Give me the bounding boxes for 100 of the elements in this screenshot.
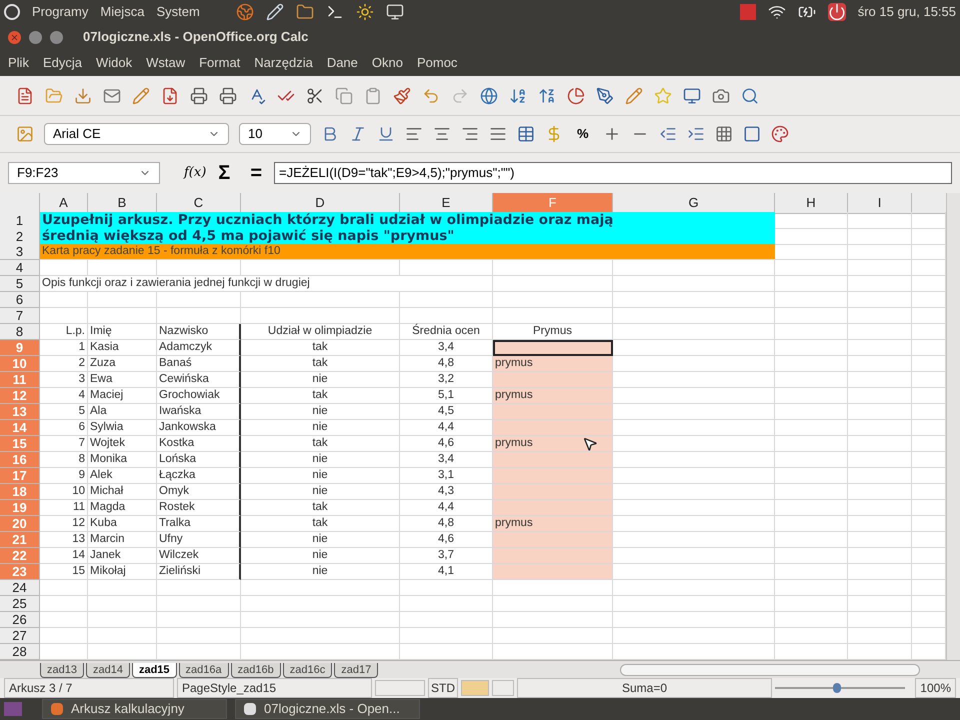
save-icon[interactable] — [74, 86, 92, 104]
camera-icon[interactable] — [712, 86, 730, 104]
sheet-tab[interactable]: zad14 — [86, 663, 130, 678]
indent-decrease-icon[interactable] — [658, 125, 677, 143]
sheet-tab[interactable]: zad16c — [282, 663, 332, 678]
name-box[interactable]: F9:F23 — [8, 162, 160, 184]
wifi-icon[interactable] — [768, 3, 786, 21]
sheet-tab[interactable]: zad16a — [178, 663, 229, 678]
menu-item[interactable]: Okno — [372, 53, 403, 73]
menu-item[interactable]: Dane — [326, 53, 358, 73]
font-color-icon[interactable] — [770, 125, 789, 143]
status-mode[interactable]: STD — [428, 678, 458, 698]
equals-button[interactable]: = — [250, 158, 262, 188]
font-size-field[interactable]: 10 — [239, 123, 311, 145]
app-indicator-icon[interactable] — [740, 4, 756, 20]
indent-increase-icon[interactable] — [686, 125, 705, 143]
percent-button[interactable]: % — [573, 124, 593, 144]
new-document-icon[interactable] — [16, 86, 34, 104]
taskbar-button[interactable]: Arkusz kalkulacyjny — [42, 699, 227, 719]
row-header[interactable]: 2 — [0, 228, 40, 245]
vertical-scrollbar[interactable] — [946, 193, 960, 660]
sun-icon[interactable] — [356, 3, 374, 21]
mail-icon[interactable] — [103, 86, 121, 104]
align-center-icon[interactable] — [433, 125, 451, 143]
row-header[interactable]: 1 — [0, 212, 40, 229]
sheet-tab[interactable]: zad16b — [230, 663, 281, 678]
menu-item[interactable]: Narzędzia — [254, 53, 313, 73]
font-name-field[interactable]: Arial CE — [44, 123, 229, 145]
column-header[interactable]: I — [848, 193, 912, 214]
folder-icon[interactable] — [296, 3, 314, 21]
panel-menu[interactable]: Miejsca — [100, 2, 144, 22]
printer-icon[interactable] — [190, 86, 208, 104]
column-header[interactable]: C — [157, 193, 241, 214]
copy-icon[interactable] — [335, 86, 353, 104]
merge-cells-icon[interactable] — [517, 125, 535, 143]
empty-cell — [848, 228, 912, 245]
terminal-icon[interactable] — [326, 3, 344, 21]
star-icon[interactable] — [654, 86, 672, 104]
paste-icon[interactable] — [364, 86, 382, 104]
power-icon[interactable] — [828, 3, 846, 21]
globe-icon[interactable] — [480, 86, 498, 104]
menu-item[interactable]: Wstaw — [146, 53, 186, 73]
menu-item[interactable]: Plik — [8, 53, 29, 73]
undo-icon[interactable] — [422, 86, 440, 104]
sum-button[interactable]: Σ — [218, 158, 230, 188]
browser-icon[interactable] — [236, 3, 254, 21]
search-icon[interactable] — [741, 86, 759, 104]
column-header[interactable]: D — [241, 193, 400, 214]
sheet-tab[interactable]: zad17 — [334, 663, 378, 678]
row-header[interactable]: 7 — [0, 308, 40, 324]
underline-icon[interactable] — [377, 125, 395, 143]
row-header[interactable]: 5 — [0, 276, 40, 292]
table-cell: prymus — [493, 388, 613, 404]
zoom-slider-thumb[interactable] — [833, 683, 842, 693]
panel-menu[interactable]: System — [156, 2, 200, 22]
minimize-icon[interactable] — [29, 30, 42, 44]
pen-icon[interactable] — [596, 86, 614, 104]
sort-descending-icon[interactable] — [538, 86, 556, 104]
maximize-icon[interactable] — [50, 30, 63, 44]
column-header[interactable]: A — [40, 193, 88, 214]
row-header[interactable]: 28 — [0, 644, 40, 660]
monitor-icon[interactable] — [683, 86, 701, 104]
taskbar-button[interactable]: 07logiczne.xls - Open... — [235, 699, 420, 719]
print-preview-icon[interactable] — [219, 86, 237, 104]
row-header[interactable]: 25 — [0, 596, 40, 612]
panel-menu[interactable]: Programy — [32, 2, 88, 22]
row-header[interactable]: 27 — [0, 628, 40, 644]
monitor-icon[interactable] — [386, 3, 404, 21]
sheet-tab[interactable]: zad15 — [132, 663, 177, 678]
sheet-tab[interactable]: zad13 — [40, 663, 84, 678]
borders-icon[interactable] — [714, 125, 733, 143]
align-right-icon[interactable] — [461, 125, 479, 143]
align-justify-icon[interactable] — [489, 125, 507, 143]
sort-ascending-icon[interactable] — [509, 86, 527, 104]
function-wizard-button[interactable]: f(x) — [184, 163, 206, 183]
column-header[interactable]: E — [400, 193, 493, 214]
scissors-icon[interactable] — [306, 86, 324, 104]
italic-icon[interactable] — [349, 125, 367, 143]
draw-icon[interactable] — [625, 86, 643, 104]
panel-clock[interactable]: śro 15 gru, 15:55 — [858, 2, 956, 22]
menu-item[interactable]: Format — [199, 53, 240, 73]
paintbrush-icon[interactable] — [393, 86, 411, 104]
close-icon[interactable] — [8, 30, 21, 44]
align-left-icon[interactable] — [405, 125, 423, 143]
formula-input[interactable]: =JEŻELI(I(D9="tak";E9>4,5);"prymus";"") — [274, 162, 952, 184]
column-header[interactable]: H — [775, 193, 848, 214]
row-header[interactable]: 4 — [0, 260, 40, 276]
column-header[interactable]: B — [88, 193, 157, 214]
chart-icon[interactable] — [567, 86, 585, 104]
table-cell: Lońska — [157, 452, 241, 468]
menu-item[interactable]: Edycja — [42, 53, 82, 73]
row-header[interactable]: 26 — [0, 612, 40, 628]
row-header[interactable]: 8 — [0, 324, 40, 340]
menu-item[interactable]: Widok — [96, 53, 132, 73]
row-header[interactable]: 6 — [0, 292, 40, 308]
row-header[interactable]: 24 — [0, 580, 40, 596]
column-header[interactable]: G — [613, 193, 775, 214]
row-header[interactable]: 3 — [0, 244, 40, 260]
menu-item[interactable]: Pomoc — [416, 53, 458, 73]
horizontal-scrollbar[interactable] — [620, 664, 920, 676]
